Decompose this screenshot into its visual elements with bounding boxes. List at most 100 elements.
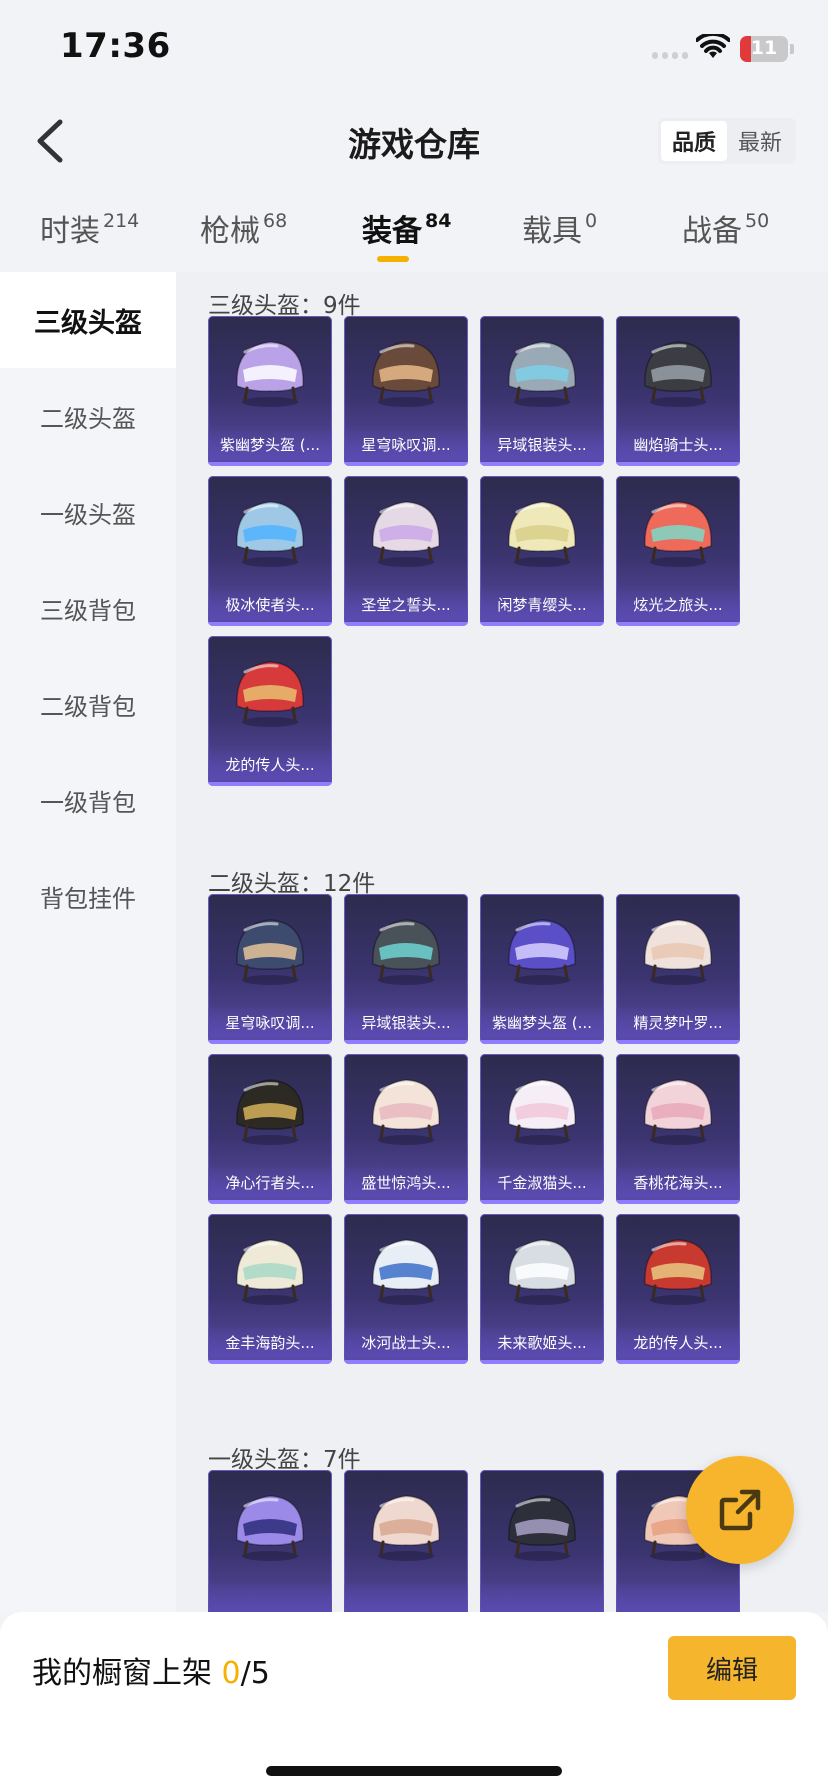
item-card[interactable]: 龙的传人头... [616,1214,740,1364]
status-time: 17:36 [60,26,171,66]
item-card[interactable] [208,1470,332,1612]
edit-button[interactable]: 编辑 [668,1636,796,1700]
helmet-icon [508,1495,576,1561]
helmet-icon [508,919,576,985]
helmet-icon [372,341,440,407]
item-name: 冰河战士头... [344,1328,468,1358]
item-name: 龙的传人头... [208,750,332,780]
helmet-icon [644,1079,712,1145]
sidebar-item-level2-helmet[interactable]: 二级头盔 [0,368,176,464]
sidebar-item-level1-backpack[interactable]: 一级背包 [0,752,176,848]
share-icon [719,1489,761,1531]
item-name: 金丰海韵头... [208,1328,332,1358]
item-name: 龙的传人头... [616,1328,740,1358]
cellular-signal-icon [652,52,688,60]
item-card[interactable]: 盛世惊鸿头... [344,1054,468,1204]
item-name: 极冰使者头... [208,590,332,620]
helmet-icon [236,501,304,567]
item-card[interactable]: 香桃花海头... [616,1054,740,1204]
item-card[interactable]: 千金淑猫头... [480,1054,604,1204]
item-name: 紫幽梦头盔 (... [208,430,332,460]
item-name: 千金淑猫头... [480,1168,604,1198]
helmet-icon [372,501,440,567]
sidebar-item-backpack-charm[interactable]: 背包挂件 [0,848,176,944]
item-card[interactable]: 幽焰骑士头... [616,316,740,466]
item-name: 净心行者头... [208,1168,332,1198]
item-name: 闲梦青缨头... [480,590,604,620]
tab-weapons[interactable]: 枪械 68 [200,206,287,250]
helmet-icon [372,1495,440,1561]
tab-supplies[interactable]: 战备 50 [682,206,769,250]
item-name: 炫光之旅头... [616,590,740,620]
item-name [344,1584,468,1612]
item-name [208,1584,332,1612]
item-grid: 三级头盔：9件 二级头盔：12件 一级头盔：7件 紫幽梦头盔 (... 星穹咏叹调… [176,272,828,1612]
item-card[interactable]: 未来歌姬头... [480,1214,604,1364]
item-card[interactable]: 异域银装头... [480,316,604,466]
section-title-level1: 一级头盔：7件 [208,1447,361,1473]
item-name: 星穹咏叹调... [344,430,468,460]
item-name: 香桃花海头... [616,1168,740,1198]
item-card[interactable] [344,1470,468,1612]
item-name: 盛世惊鸿头... [344,1168,468,1198]
item-name: 紫幽梦头盔 (... [480,1008,604,1038]
sort-by-newest-button[interactable]: 最新 [727,121,793,161]
battery-level: 11 [750,37,778,59]
item-card[interactable] [480,1470,604,1612]
item-card[interactable]: 炫光之旅头... [616,476,740,626]
item-card[interactable]: 异域银装头... [344,894,468,1044]
active-tab-indicator [377,256,409,262]
sort-by-quality-button[interactable]: 品质 [661,121,727,161]
sidebar-item-level3-helmet[interactable]: 三级头盔 [0,272,176,368]
tab-fashion[interactable]: 时装 214 [40,206,139,250]
item-name: 星穹咏叹调... [208,1008,332,1038]
helmet-icon [508,341,576,407]
helmet-icon [644,501,712,567]
sidebar-item-level1-helmet[interactable]: 一级头盔 [0,464,176,560]
helmet-icon [644,341,712,407]
status-bar: 17:36 11 [0,0,828,100]
item-card[interactable]: 星穹咏叹调... [344,316,468,466]
bottom-bar: 我的橱窗上架 0/5 编辑 [0,1612,828,1792]
item-name [480,1584,604,1612]
showcase-used-count: 0 [221,1656,241,1691]
helmet-icon [372,919,440,985]
helmet-icon [644,1239,712,1305]
item-card[interactable]: 紫幽梦头盔 (... [208,316,332,466]
helmet-icon [508,1239,576,1305]
tab-equipment[interactable]: 装备 84 [362,206,451,250]
battery-icon: 11 [740,36,788,62]
helmet-icon [236,919,304,985]
item-name: 圣堂之誓头... [344,590,468,620]
item-card[interactable]: 金丰海韵头... [208,1214,332,1364]
item-name: 异域银装头... [480,430,604,460]
item-card[interactable]: 冰河战士头... [344,1214,468,1364]
helmet-icon [236,1239,304,1305]
showcase-status: 我的橱窗上架 0/5 [32,1656,270,1691]
item-card[interactable]: 紫幽梦头盔 (... [480,894,604,1044]
helmet-icon [372,1239,440,1305]
sidebar: 三级头盔 二级头盔 一级头盔 三级背包 二级背包 一级背包 背包挂件 [0,272,176,1612]
item-card[interactable]: 圣堂之誓头... [344,476,468,626]
item-card[interactable]: 极冰使者头... [208,476,332,626]
helmet-icon [236,1495,304,1561]
helmet-icon [236,1079,304,1145]
sidebar-item-level3-backpack[interactable]: 三级背包 [0,560,176,656]
item-card[interactable]: 闲梦青缨头... [480,476,604,626]
home-indicator [266,1766,562,1776]
item-name: 幽焰骑士头... [616,430,740,460]
item-card[interactable]: 精灵梦叶罗... [616,894,740,1044]
helmet-icon [236,341,304,407]
tab-vehicles[interactable]: 载具 0 [522,206,597,250]
helmet-icon [372,1079,440,1145]
wifi-icon [696,34,730,58]
sidebar-item-level2-backpack[interactable]: 二级背包 [0,656,176,752]
item-name: 未来歌姬头... [480,1328,604,1358]
item-card[interactable]: 龙的传人头... [208,636,332,786]
item-card[interactable]: 星穹咏叹调... [208,894,332,1044]
sort-toggle[interactable]: 品质 最新 [658,118,796,164]
helmet-icon [236,661,304,727]
item-name: 精灵梦叶罗... [616,1008,740,1038]
share-button[interactable] [686,1456,794,1564]
item-card[interactable]: 净心行者头... [208,1054,332,1204]
